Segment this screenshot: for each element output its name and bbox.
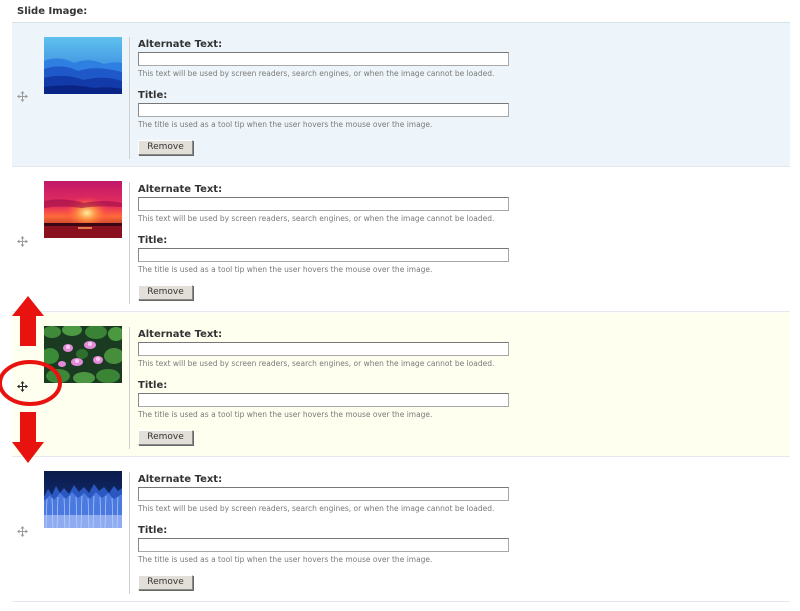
alt-text-input[interactable] [138,52,509,66]
alt-text-label: Alternate Text: [138,184,223,195]
alt-text-label: Alternate Text: [138,329,223,340]
title-description: The title is used as a tool tip when the… [138,555,433,564]
drag-handle-icon[interactable] [17,91,28,102]
alt-text-input[interactable] [138,197,509,211]
title-input[interactable] [138,248,509,262]
title-input[interactable] [138,393,509,407]
alt-text-label: Alternate Text: [138,474,223,485]
column-divider [129,37,130,159]
slide-image-label: Slide Image: [17,6,88,17]
sunset-image [44,181,122,238]
blue-mountains-image [44,37,122,94]
remove-button[interactable]: Remove [138,430,193,445]
alt-text-label: Alternate Text: [138,39,223,50]
red-down-arrow-icon [12,412,44,463]
remove-button[interactable]: Remove [138,140,193,155]
title-label: Title: [138,235,168,246]
alt-text-description: This text will be used by screen readers… [138,69,495,78]
title-label: Title: [138,525,168,536]
column-divider [129,472,130,594]
title-label: Title: [138,380,168,391]
title-description: The title is used as a tool tip when the… [138,120,433,129]
remove-button[interactable]: Remove [138,575,193,590]
table-row: Alternate Text: This text will be used b… [12,313,790,457]
red-circle-highlight [0,360,62,406]
alt-text-description: This text will be used by screen readers… [138,214,495,223]
table-row: Alternate Text: This text will be used b… [12,458,790,602]
red-up-arrow-icon [12,296,44,346]
title-input[interactable] [138,103,509,117]
alt-text-input[interactable] [138,487,509,501]
drag-annotation [0,296,62,463]
table-row: Alternate Text: This text will be used b… [12,168,790,312]
column-divider [129,327,130,449]
drag-handle-icon[interactable] [17,526,28,537]
title-description: The title is used as a tool tip when the… [138,265,433,274]
title-input[interactable] [138,538,509,552]
winter-trees-image [44,471,122,528]
title-description: The title is used as a tool tip when the… [138,410,433,419]
column-divider [129,182,130,304]
alt-text-input[interactable] [138,342,509,356]
alt-text-description: This text will be used by screen readers… [138,504,495,513]
title-label: Title: [138,90,168,101]
drag-handle-icon[interactable] [17,236,28,247]
remove-button[interactable]: Remove [138,285,193,300]
alt-text-description: This text will be used by screen readers… [138,359,495,368]
table-row: Alternate Text: This text will be used b… [12,23,790,167]
